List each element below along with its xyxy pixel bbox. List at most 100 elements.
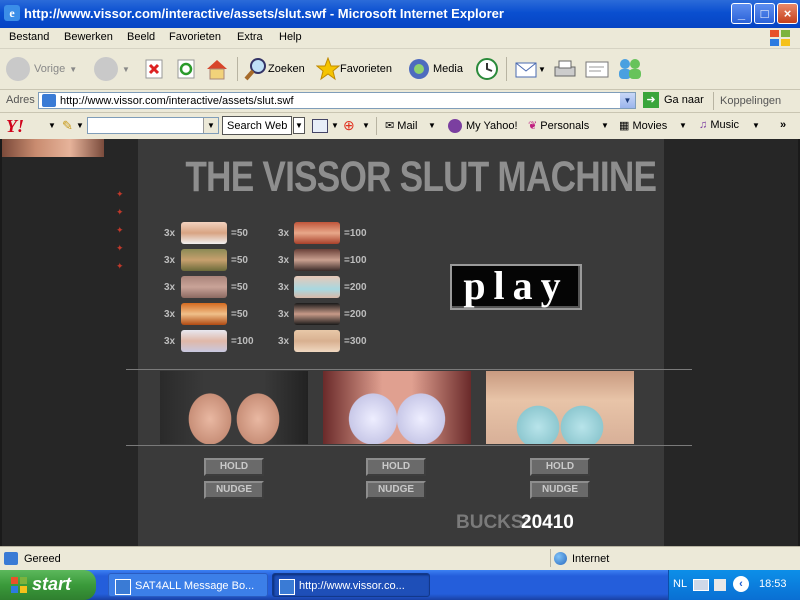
chevron-down-icon[interactable]: ▼ [203,118,218,133]
keyboard-icon[interactable] [693,579,709,591]
edit-page-icon [585,61,609,78]
task-sat4all[interactable]: SAT4ALL Message Bo... [108,573,268,597]
maximize-button[interactable]: □ [754,3,775,24]
symbol-image [181,276,227,298]
chevron-down-icon[interactable]: ▼ [428,121,436,130]
yahoo-mail[interactable]: ✉ Mail [385,119,417,132]
symbol-image [181,222,227,244]
nudge-button-2[interactable]: NUDGE [366,481,426,499]
left-panel: ✦ ✦ ✦ ✦ ✦ [2,139,138,546]
play-button[interactable]: play [450,264,582,310]
yahoo-my-yahoo[interactable]: My Yahoo! [448,119,518,133]
history-button[interactable] [474,56,500,82]
hold-button-1[interactable]: HOLD [204,458,264,476]
thumbnail-image[interactable] [2,139,104,157]
right-panel [664,139,798,546]
refresh-button[interactable] [175,56,197,82]
target-icon[interactable]: ⊕ [343,117,355,134]
yahoo-search-input[interactable]: ▼ [87,117,219,134]
media-button[interactable]: Media [407,56,463,82]
home-button[interactable] [205,56,229,82]
paytable-mult: 3x [164,336,176,347]
search-web-button[interactable]: Search Web [222,116,293,135]
menu-bewerken[interactable]: Bewerken [64,31,113,43]
chevron-down-icon[interactable]: ▼ [76,121,84,130]
ie-icon: e [4,5,20,21]
paytable-mult: 3x [278,228,290,239]
paytable-value: =50 [231,255,248,266]
messenger-icon [619,59,641,79]
menu-extra[interactable]: Extra [237,31,263,43]
chevron-down-icon: ▼ [122,64,130,74]
ie-icon [279,579,295,595]
chevron-down-icon: ▼ [69,64,78,74]
minimize-button[interactable]: _ [731,3,752,24]
chevron-down-icon[interactable]: ▼ [48,121,56,130]
favorites-button[interactable]: Favorieten [316,56,392,82]
chevron-down-icon[interactable]: ▼ [620,93,635,108]
history-icon [476,58,498,80]
paytable-mult: 3x [164,255,176,266]
more-chevron-icon[interactable]: » [780,119,786,131]
divider [126,445,692,446]
paytable-value: =100 [231,336,254,347]
chevron-down-icon[interactable]: ▼ [362,121,370,130]
language-indicator[interactable]: NL [673,578,687,590]
edit-button[interactable] [584,56,610,82]
close-button[interactable]: × [777,3,798,24]
yahoo-music[interactable]: ♫ Music [699,119,739,131]
window-icon[interactable] [312,119,328,133]
messenger-button[interactable] [616,56,644,82]
nudge-button-3[interactable]: NUDGE [530,481,590,499]
chevron-down-icon[interactable]: ▼ [601,121,609,130]
bucks-label: BUCKS: [456,512,530,533]
paytable-mult: 3x [278,309,290,320]
chevron-down-icon[interactable]: ▼ [331,121,339,130]
page-icon [4,552,18,565]
menu-favorieten[interactable]: Favorieten [169,31,221,43]
yahoo-movies[interactable]: ▦ Movies [619,119,667,132]
status-text: Gereed [24,553,61,565]
hold-button-2[interactable]: HOLD [366,458,426,476]
network-icon[interactable] [714,579,726,591]
back-button[interactable]: Vorige ▼ [6,56,77,82]
paytable-mult: 3x [164,282,176,293]
links-button[interactable]: Koppelingen [720,95,781,107]
paytable-value: =200 [344,309,367,320]
start-button[interactable]: start [0,570,96,600]
ie-icon [115,579,131,595]
paytable-value: =300 [344,336,367,347]
taskbar: start SAT4ALL Message Bo... http://www.v… [0,570,800,600]
address-input[interactable]: http://www.vissor.com/interactive/assets… [38,92,636,109]
back-arrow-icon [6,57,30,81]
chevron-down-icon[interactable]: ▼ [293,117,305,134]
symbol-image [181,249,227,271]
stop-button[interactable] [143,56,165,82]
title-bar[interactable]: e http://www.vissor.com/interactive/asse… [0,0,800,28]
yahoo-toolbar: Y! ▼ ✎ ▼ ▼ Search Web ▼ ▼ ⊕ ▼ ✉ Mail ▼ M… [0,113,800,140]
yahoo-logo[interactable]: Y! [6,116,24,137]
pencil-icon[interactable]: ✎ [62,118,73,134]
window-title: http://www.vissor.com/interactive/assets… [24,6,504,21]
chevron-down-icon[interactable]: ▼ [679,121,687,130]
printer-icon [554,60,576,77]
paytable-mult: 3x [164,309,176,320]
menu-help[interactable]: Help [279,31,302,43]
menu-bestand[interactable]: Bestand [9,31,49,43]
address-label: Adres [6,94,35,106]
paytable-mult: 3x [278,336,290,347]
yahoo-personals[interactable]: ❦ Personals [528,119,589,132]
forward-button[interactable]: ▼ [94,56,130,82]
task-vissor[interactable]: http://www.vissor.co... [272,573,430,597]
mail-button[interactable]: ▼ [514,56,546,82]
nudge-button-1[interactable]: NUDGE [204,481,264,499]
print-button[interactable] [552,56,578,82]
menu-beeld[interactable]: Beeld [127,31,155,43]
toolbar: Vorige ▼ ▼ Zoeken Favorieten Media ▼ [0,49,800,90]
chevron-left-icon[interactable]: ‹ [733,576,749,592]
chevron-down-icon[interactable]: ▼ [752,121,760,130]
search-button[interactable]: Zoeken [244,56,305,82]
go-button[interactable]: ➜ Ga naar [643,92,704,108]
hold-button-3[interactable]: HOLD [530,458,590,476]
divider [126,369,692,370]
